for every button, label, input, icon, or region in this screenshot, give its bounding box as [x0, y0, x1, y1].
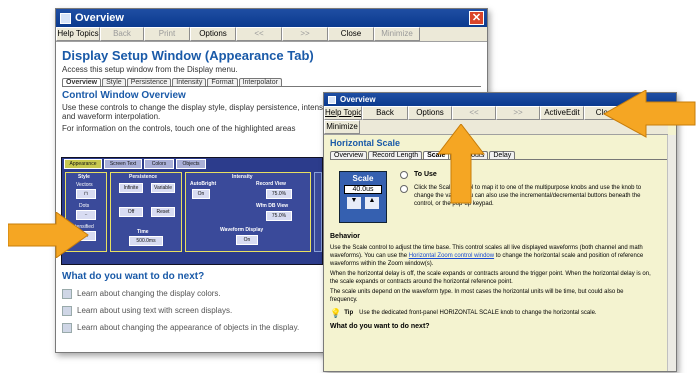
infinite-button[interactable]: Infinite — [119, 183, 143, 193]
scrollbar[interactable] — [667, 135, 676, 371]
panel-tab-appearance[interactable]: Appearance — [64, 159, 102, 169]
intensity-box[interactable]: Intensity AutoBright On Record View 75.0… — [185, 172, 311, 252]
tip-text: Use the dedicated front-panel HORIZONTAL… — [359, 310, 597, 316]
help-topics-button[interactable]: Help Topics — [56, 27, 100, 41]
help-book-icon — [328, 95, 336, 104]
format-box[interactable] — [314, 172, 322, 252]
tab-format[interactable]: Format — [207, 78, 238, 86]
increment-icon[interactable]: ▲ — [365, 197, 379, 209]
page-title: Horizontal Scale — [330, 138, 401, 148]
minimize-button[interactable]: Minimize — [324, 120, 360, 134]
wfm-db-value[interactable]: 75.0% — [266, 211, 292, 221]
dots-label: Dots — [79, 203, 90, 209]
waveform-display-label: Waveform Display — [220, 227, 264, 233]
tab-record-length[interactable]: Record Length — [368, 151, 423, 159]
back-next-section: What do you want to do next? Learn about… — [62, 271, 299, 333]
tab-overview[interactable]: Overview — [62, 78, 102, 86]
close-icon[interactable]: ✕ — [469, 11, 484, 25]
front-content: Horizontal Scale Overview Record Length … — [324, 135, 676, 371]
off-button[interactable]: Off — [119, 207, 143, 217]
next-heading: What do you want to do next? — [62, 271, 205, 282]
horizontal-zoom-link[interactable]: Horizontal Zoom control window — [409, 253, 494, 259]
options-button[interactable]: Options — [190, 27, 236, 41]
help-topics-button[interactable]: Help Topics — [324, 106, 362, 120]
variable-button[interactable]: Variable — [151, 183, 175, 193]
next-button[interactable]: >> — [282, 27, 328, 41]
options-button[interactable]: Options — [408, 106, 452, 120]
back-toolbar: Help Topics Back Print Options << >> Clo… — [56, 27, 487, 42]
behavior-p1: Use the Scale control to adjust the time… — [330, 244, 652, 268]
arrow-right-pointer — [602, 90, 696, 138]
control-panel-image: Appearance Screen Text Colors Objects St… — [61, 157, 323, 265]
tip-row: 💡 Tip Use the dedicated front-panel HORI… — [330, 308, 652, 318]
style-label: Style — [78, 174, 90, 180]
scale-value[interactable]: 40.0us — [344, 185, 382, 194]
back-tabs: Overview Style Persistence Intensity For… — [62, 78, 481, 86]
minimize-button[interactable]: Minimize — [374, 27, 420, 41]
autobright-label: AutoBright — [190, 181, 217, 187]
prev-button[interactable]: << — [452, 106, 496, 120]
time-value[interactable]: 500.0ms — [129, 236, 163, 246]
scale-control-image[interactable]: Scale 40.0us ▼ ▲ — [339, 171, 387, 223]
next-item-label: Learn about changing the display colors. — [77, 289, 221, 299]
record-view-label: Record View — [256, 181, 286, 187]
record-view-value[interactable]: 75.0% — [266, 189, 292, 199]
persistence-box[interactable]: Persistence Infinite Variable Off Reset … — [110, 172, 182, 252]
back-titlebar: Overview — [56, 9, 487, 27]
autobright-button[interactable]: On — [192, 189, 210, 199]
behavior-p2: When the horizontal delay is off, the sc… — [330, 271, 651, 285]
vectors-button[interactable]: ⊓ — [76, 189, 96, 199]
back-window-title: Overview — [75, 12, 124, 24]
persistence-label: Persistence — [129, 174, 158, 180]
next-button[interactable]: >> — [496, 106, 540, 120]
print-button[interactable]: Print — [144, 27, 190, 41]
behavior-section: Behavior Use the Scale control to adjust… — [330, 233, 652, 331]
arrow-up-pointer — [437, 124, 485, 204]
back-button[interactable]: Back — [100, 27, 144, 41]
front-tabs: Overview Record Length Scale Readouts De… — [330, 151, 671, 159]
behavior-heading: Behavior — [330, 233, 360, 240]
to-use-label: To Use — [414, 171, 437, 178]
access-text: Access this setup window from the Displa… — [62, 65, 238, 74]
vectors-label: Vectors — [76, 182, 93, 188]
wfm-db-label: Wfm DB View — [256, 203, 289, 209]
time-label: Time — [137, 229, 149, 235]
bullet-icon — [400, 171, 408, 179]
bullet-icon — [400, 185, 408, 193]
link-bullet-icon — [62, 306, 72, 316]
next-item[interactable]: Learn about changing the appearance of o… — [62, 323, 299, 333]
tab-intensity[interactable]: Intensity — [172, 78, 207, 86]
tip-label: Tip — [344, 310, 354, 316]
prev-button[interactable]: << — [236, 27, 282, 41]
help-book-icon — [60, 12, 71, 24]
front-window-title: Overview — [340, 95, 376, 104]
link-bullet-icon — [62, 289, 72, 299]
back-button[interactable]: Back — [362, 106, 408, 120]
tab-delay[interactable]: Delay — [489, 151, 516, 159]
next-item-label: Learn about changing the appearance of o… — [77, 323, 300, 333]
panel-tab-screen-text[interactable]: Screen Text — [104, 159, 142, 169]
scale-label: Scale — [352, 174, 374, 183]
arrow-left-pointer — [8, 212, 89, 258]
next-item-label: Learn about using text with screen displ… — [77, 306, 233, 316]
behavior-p3: The scale units depend on the waveform t… — [330, 289, 624, 303]
close-button[interactable]: Close — [328, 27, 374, 41]
reset-button[interactable]: Reset — [151, 207, 175, 217]
page-title: Display Setup Window (Appearance Tab) — [62, 48, 314, 63]
lightbulb-icon: 💡 — [330, 308, 342, 318]
tab-style[interactable]: Style — [102, 78, 126, 86]
intensity-label: Intensity — [232, 174, 253, 180]
decrement-icon[interactable]: ▼ — [347, 197, 361, 209]
tab-interpolator[interactable]: Interpolator — [238, 78, 282, 86]
next-item[interactable]: Learn about using text with screen displ… — [62, 306, 299, 316]
next-item[interactable]: Learn about changing the display colors. — [62, 289, 299, 299]
link-bullet-icon — [62, 323, 72, 333]
tab-persistence[interactable]: Persistence — [126, 78, 172, 86]
next-heading: What do you want to do next? — [330, 323, 430, 330]
tab-overview[interactable]: Overview — [330, 151, 368, 159]
activeedit-button[interactable]: ActiveEdit — [540, 106, 584, 120]
panel-tab-objects[interactable]: Objects — [176, 159, 206, 169]
waveform-display-value[interactable]: On — [236, 235, 258, 245]
panel-tab-colors[interactable]: Colors — [144, 159, 174, 169]
